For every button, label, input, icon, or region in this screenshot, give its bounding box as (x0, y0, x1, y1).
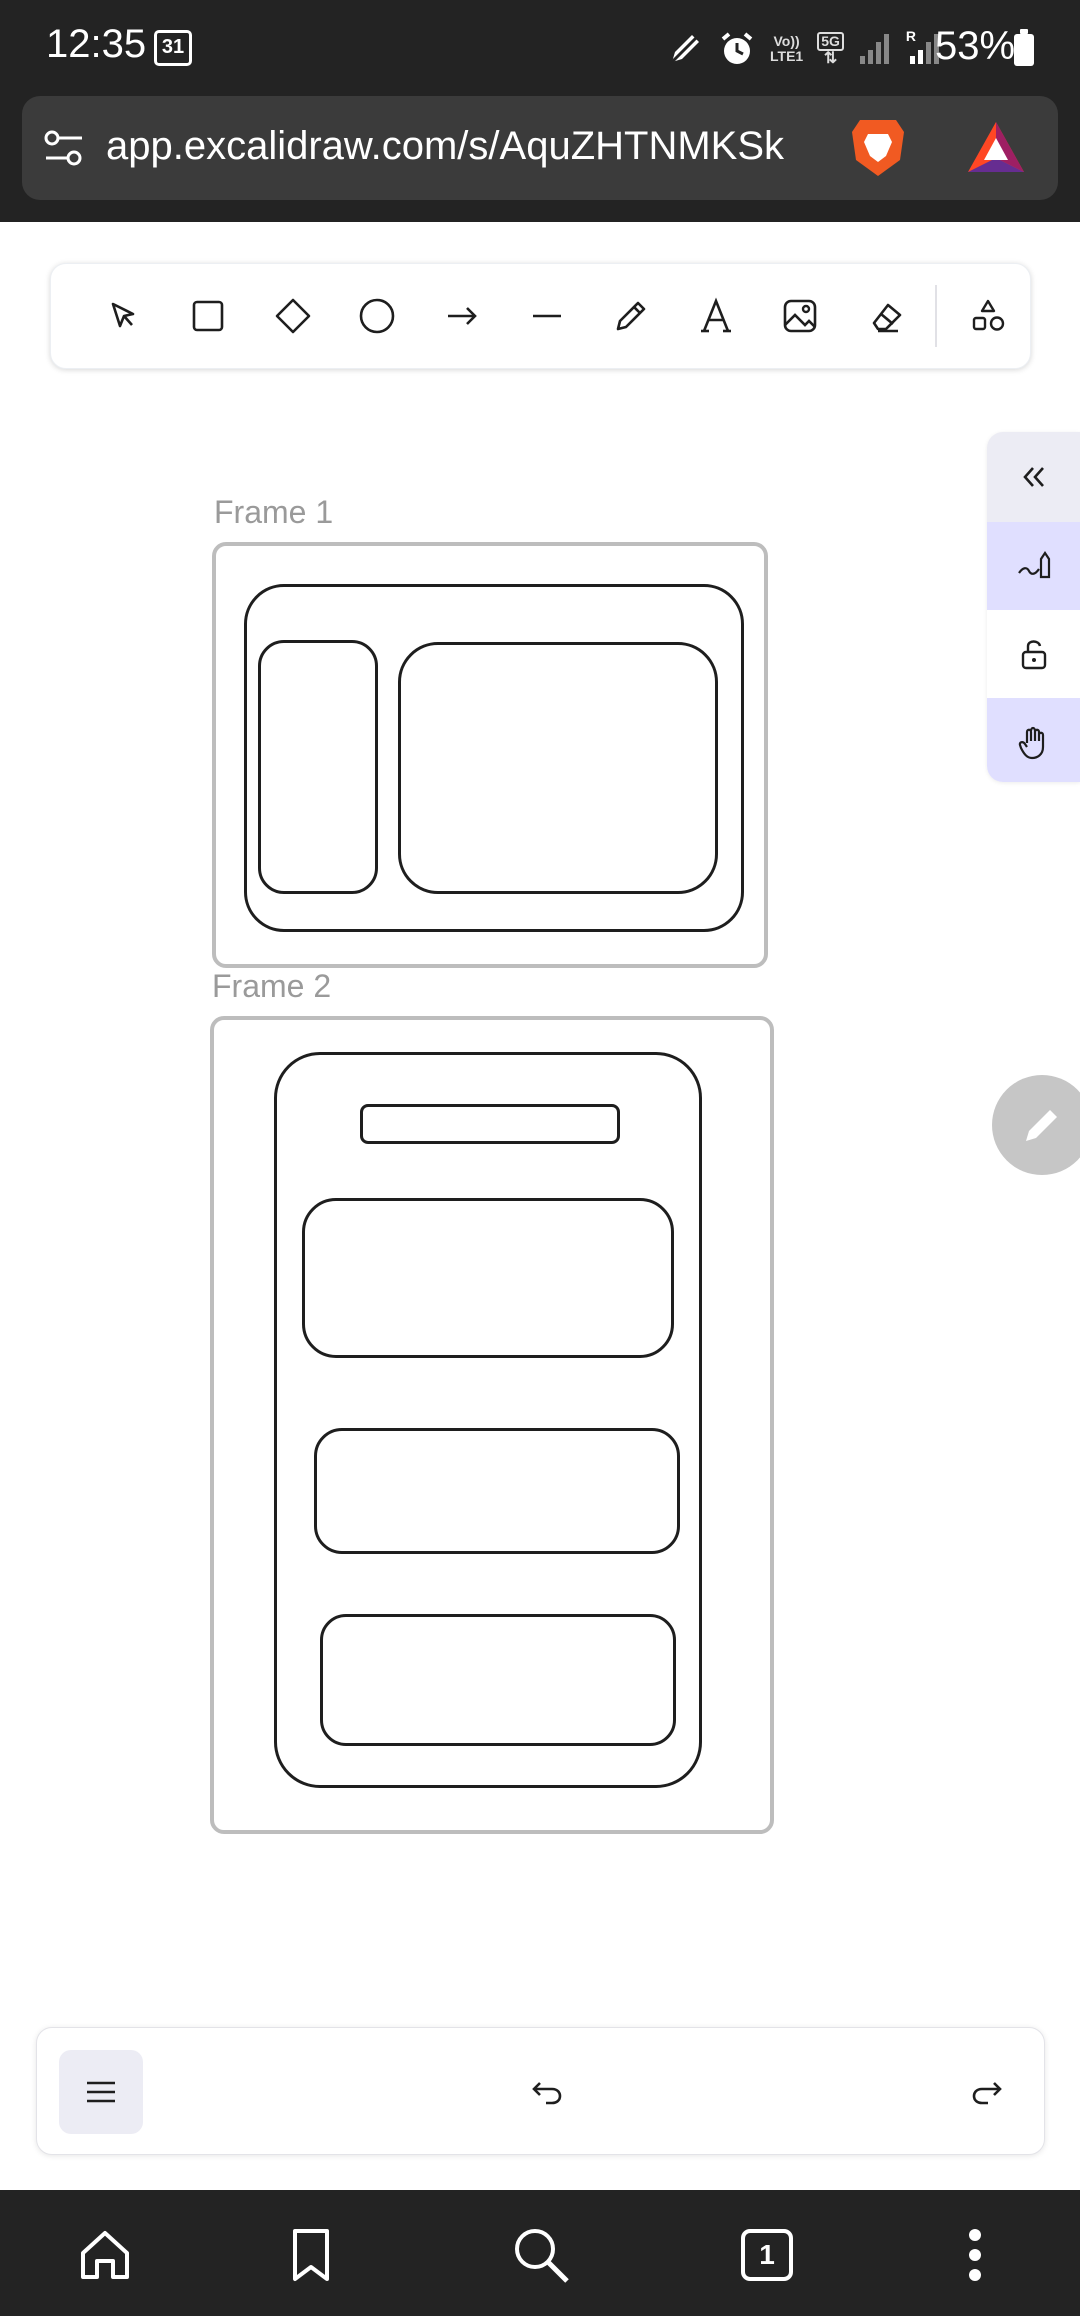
tool-text[interactable] (673, 273, 758, 359)
url-text[interactable]: app.excalidraw.com/s/AquZHTNMKSk (106, 124, 846, 169)
network-indicator: 5G ⇅ (817, 32, 844, 67)
toolbar-divider (935, 285, 938, 347)
status-time: 12:35 (46, 22, 147, 66)
brave-shields-icon[interactable] (848, 116, 908, 180)
network-label: 5G (817, 32, 844, 51)
hamburger-menu-icon (87, 2081, 115, 2103)
search-icon (515, 2229, 569, 2283)
volte-label-bottom: LTE1 (770, 48, 804, 64)
collapse-icon (1022, 467, 1044, 487)
frame-2-header-bar[interactable] (360, 1104, 620, 1144)
more-vert-icon (969, 2229, 981, 2281)
pen-mode-icon (1017, 551, 1050, 579)
browser-chrome: 12:35 31 Vo)) LTE1 5G ⇅ R 53% app.excalidr… (0, 0, 1080, 222)
text-icon (700, 297, 731, 333)
pen-mode-button[interactable] (987, 522, 1080, 610)
tool-eraser[interactable] (843, 273, 928, 359)
rewards-icon[interactable] (964, 116, 1028, 180)
frame-2[interactable] (210, 1016, 774, 1834)
eraser-icon (872, 303, 902, 333)
browser-bottom-nav: 1 (0, 2190, 1080, 2316)
tool-rectangle[interactable] (166, 273, 251, 359)
tool-selection[interactable] (81, 273, 166, 359)
home-icon (81, 2231, 129, 2279)
signal-icon (859, 34, 889, 64)
frame-2-card-1[interactable] (302, 1198, 674, 1358)
undo-button[interactable] (517, 2062, 577, 2122)
redo-button[interactable] (957, 2062, 1017, 2122)
url-bar[interactable]: app.excalidraw.com/s/AquZHTNMKSk (22, 96, 1058, 200)
app-root: 12:35 31 Vo)) LTE1 5G ⇅ R 53% app.excalidr… (0, 0, 1080, 2316)
nav-search-button[interactable] (506, 2220, 576, 2290)
tool-ellipse[interactable] (335, 273, 420, 359)
frame-2-label[interactable]: Frame 2 (212, 968, 331, 1005)
tool-pencil[interactable] (589, 273, 674, 359)
shape-toolbar (50, 263, 1031, 369)
status-icons: Vo)) LTE1 5G ⇅ R (666, 24, 942, 74)
tool-diamond[interactable] (250, 273, 335, 359)
frame-2-card-2[interactable] (314, 1428, 680, 1554)
selection-icon (112, 302, 135, 328)
site-settings-icon[interactable] (42, 126, 86, 170)
nav-bookmarks-button[interactable] (276, 2220, 346, 2290)
rectangle-icon (192, 300, 224, 332)
image-icon (784, 299, 817, 333)
collapse-panel-button[interactable] (987, 432, 1080, 522)
tool-image[interactable] (758, 273, 843, 359)
lock-icon (1021, 640, 1046, 670)
hand-icon (1018, 726, 1044, 760)
volte-label-top: Vo)) (773, 33, 800, 49)
lock-button[interactable] (987, 610, 1080, 698)
frame-2-card-3[interactable] (320, 1614, 676, 1746)
frame-1-sidebar-box[interactable] (258, 640, 378, 894)
nav-tabs-button[interactable]: 1 (732, 2220, 802, 2290)
bookmark-icon (293, 2229, 329, 2281)
pencil-icon (616, 301, 646, 331)
roaming-label: R (905, 28, 917, 44)
volte-indicator: Vo)) LTE1 (770, 34, 803, 64)
arrow-icon (447, 307, 477, 325)
bottom-bar (36, 2027, 1045, 2155)
tool-line[interactable] (504, 273, 589, 359)
line-icon (532, 314, 561, 318)
ellipse-icon (359, 298, 395, 334)
pen-fab-button[interactable] (992, 1075, 1080, 1175)
pencil-fab-icon (1026, 1110, 1057, 1141)
calendar-icon: 31 (154, 30, 192, 66)
main-menu-button[interactable] (59, 2050, 143, 2134)
battery-icon (1014, 29, 1034, 66)
more-shapes-icon (972, 299, 1004, 331)
nav-home-button[interactable] (70, 2220, 140, 2290)
frame-1[interactable] (212, 542, 768, 968)
redo-icon (972, 2082, 1002, 2105)
nav-more-button[interactable] (940, 2220, 1010, 2290)
undo-icon (532, 2082, 562, 2105)
tool-arrow[interactable] (420, 273, 505, 359)
side-panel (987, 432, 1080, 782)
diamond-icon (275, 298, 310, 334)
tool-more-shapes[interactable] (945, 273, 1030, 359)
frame-1-label[interactable]: Frame 1 (214, 494, 333, 531)
frame-1-content-box[interactable] (398, 642, 718, 894)
battery-percent: 53% (935, 24, 1016, 68)
pen-off-icon (668, 32, 702, 66)
alarm-icon (721, 32, 753, 64)
tab-count: 1 (741, 2229, 793, 2281)
hand-tool-button[interactable] (987, 698, 1080, 782)
